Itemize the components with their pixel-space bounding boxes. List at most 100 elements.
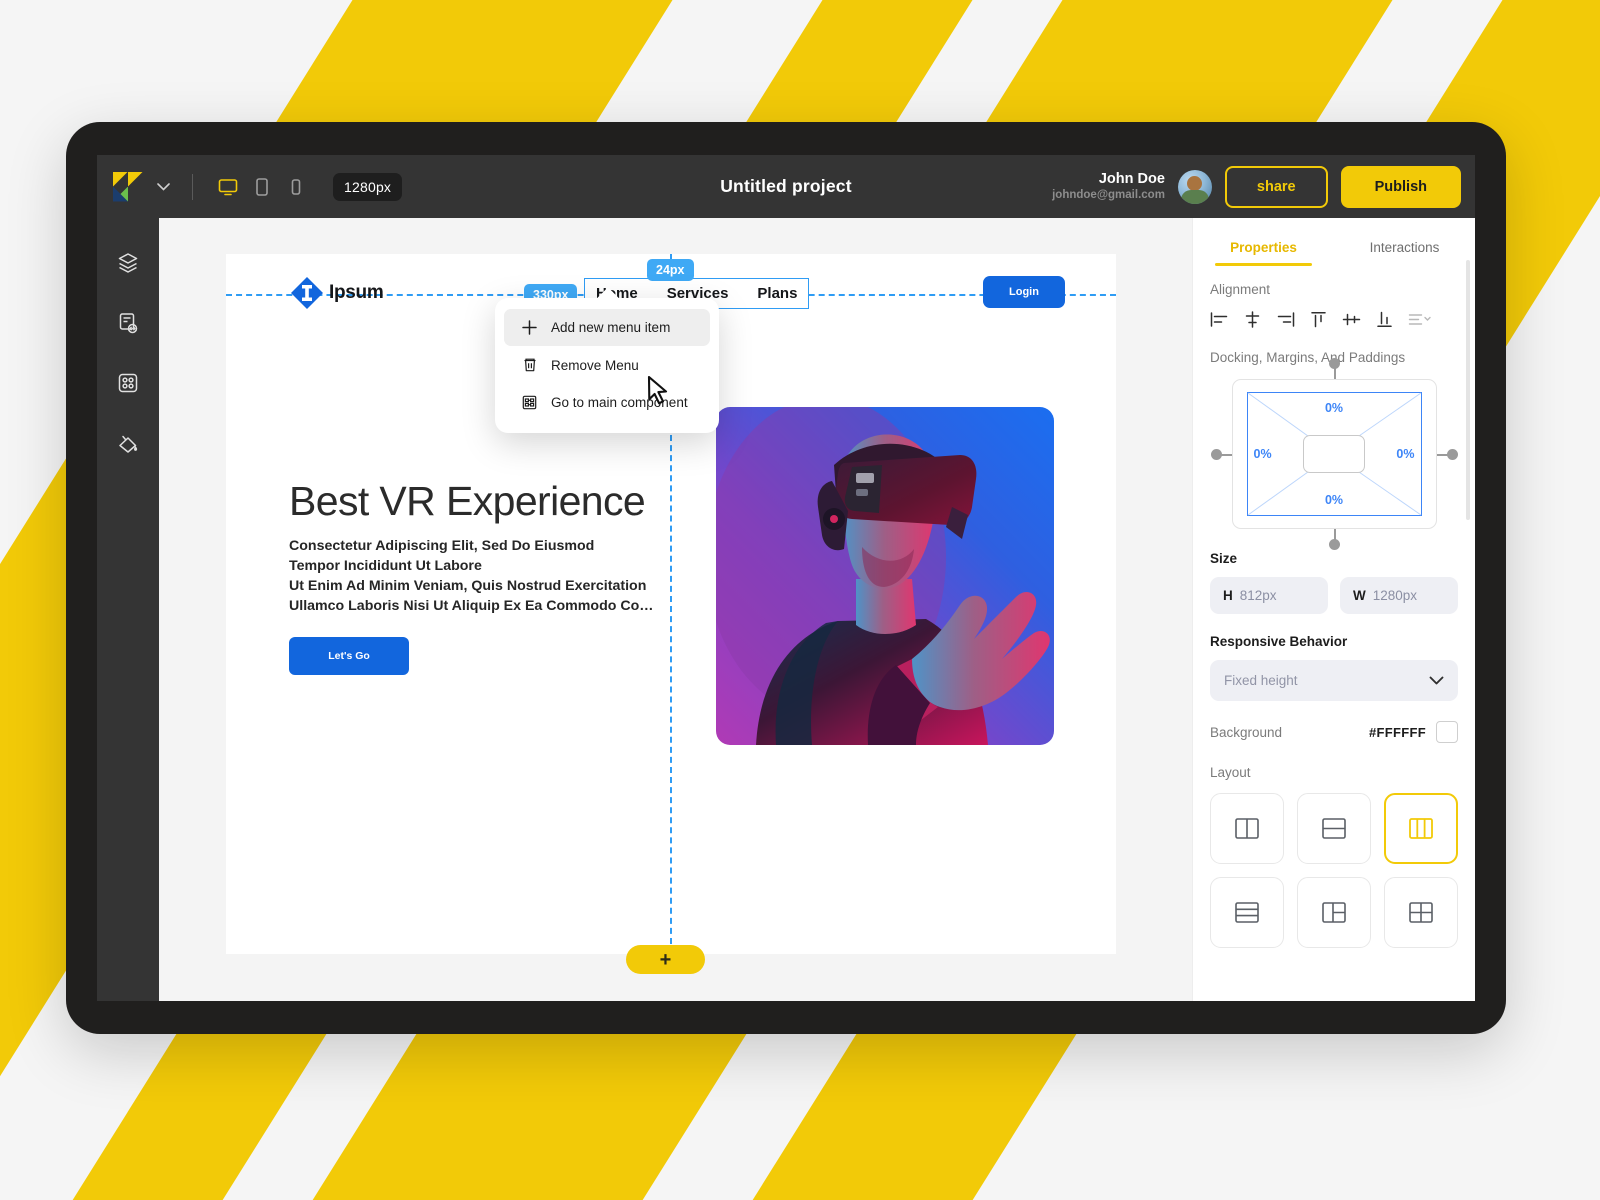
viewport-size-pill[interactable]: 1280px: [333, 172, 403, 201]
layout-quad-grid-icon[interactable]: [1384, 877, 1458, 948]
pages-code-icon[interactable]: [109, 304, 147, 342]
background-hex-value[interactable]: #FFFFFF: [1369, 725, 1426, 740]
align-center-horizontal-icon[interactable]: [1243, 311, 1262, 328]
dock-handle-bottom[interactable]: [1328, 539, 1340, 550]
docking-margins-control[interactable]: 0% 0% 0% 0%: [1210, 358, 1458, 550]
device-preview-group: [217, 176, 307, 198]
gap-badge: 24px: [647, 259, 694, 281]
diamond-brand-icon: [289, 275, 325, 311]
background-label: Background: [1210, 724, 1283, 740]
margin-top-value[interactable]: 0%: [1325, 401, 1343, 415]
properties-scrollbar[interactable]: [1466, 260, 1470, 520]
publish-button[interactable]: Publish: [1340, 165, 1461, 208]
add-section-button[interactable]: +: [626, 945, 705, 974]
align-bottom-icon[interactable]: [1375, 311, 1394, 328]
size-label: Size: [1210, 551, 1238, 566]
user-name: John Doe: [1098, 171, 1165, 188]
layers-icon[interactable]: [109, 244, 147, 282]
layout-label: Layout: [1210, 765, 1251, 780]
context-menu: Add new menu item Remove Menu Go to main…: [495, 298, 719, 433]
top-toolbar: 1280px Untitled project John Doe johndoe…: [97, 155, 1475, 218]
responsive-behavior-value: Fixed height: [1224, 673, 1298, 688]
width-value: 1280px: [1372, 588, 1418, 603]
dock-handle-top[interactable]: [1328, 358, 1340, 369]
component-icon: [521, 395, 538, 410]
alignment-toolbar: [1210, 311, 1458, 328]
margin-bottom-value[interactable]: 0%: [1325, 493, 1343, 507]
toolbar-left-group: 1280px: [113, 171, 403, 202]
layout-options-grid: [1210, 793, 1458, 948]
align-center-vertical-icon[interactable]: [1342, 311, 1361, 328]
left-rail: [97, 218, 159, 1001]
components-grid-icon[interactable]: [109, 364, 147, 402]
properties-tabs: Properties Interactions: [1193, 218, 1475, 266]
margin-right-value[interactable]: 0%: [1396, 447, 1414, 461]
context-menu-item-go-to-main-component[interactable]: Go to main component: [504, 384, 710, 421]
user-email: johndoe@gmail.com: [1052, 189, 1165, 202]
hero-line: Ut Enim Ad Minim Veniam, Quis Nostrud Ex…: [289, 578, 647, 595]
chevron-down-icon: [1429, 673, 1444, 688]
align-right-icon[interactable]: [1276, 311, 1295, 328]
layout-two-rows-icon[interactable]: [1297, 793, 1371, 864]
hero-paragraph: Consectetur Adipiscing Elit, Sed Do Eius…: [289, 536, 679, 617]
context-menu-item-label: Remove Menu: [551, 357, 639, 373]
distribute-menu-icon[interactable]: [1408, 311, 1432, 328]
layout-three-columns-icon[interactable]: [1384, 793, 1458, 864]
desktop-icon[interactable]: [217, 176, 239, 198]
dock-handle-left[interactable]: [1210, 448, 1222, 460]
chevron-down-icon[interactable]: [153, 176, 174, 197]
layout-two-columns-icon[interactable]: [1210, 793, 1284, 864]
hero-line: Ullamco Laboris Nisi Ut Aliquip Ex Ea Co…: [289, 598, 654, 615]
plus-icon: +: [659, 948, 672, 971]
background-color-swatch[interactable]: [1436, 721, 1458, 743]
properties-content: Alignment Docking, Margins, And Paddings…: [1193, 266, 1475, 1001]
height-prefix: H: [1223, 588, 1233, 603]
design-canvas[interactable]: Ipsum Home Services Plans 330px 24px Log…: [159, 218, 1192, 1001]
context-menu-item-label: Add new menu item: [551, 320, 671, 335]
nav-link-plans[interactable]: Plans: [757, 285, 797, 302]
responsive-behavior-select[interactable]: Fixed height: [1210, 660, 1458, 701]
hero-heading: Best VR Experience: [289, 478, 646, 524]
align-top-icon[interactable]: [1309, 311, 1328, 328]
login-button[interactable]: Login: [983, 276, 1065, 308]
tab-interactions[interactable]: Interactions: [1334, 230, 1475, 266]
hero-line: Consectetur Adipiscing Elit, Sed Do Eius…: [289, 538, 595, 554]
brand-text: Ipsum: [329, 282, 384, 303]
user-info[interactable]: John Doe johndoe@gmail.com: [1052, 170, 1165, 203]
hero-line: Tempor Incididunt Ut Labore: [289, 558, 482, 575]
mouse-pointer-icon: [646, 375, 672, 413]
plus-icon: [521, 320, 538, 335]
background-row: Background #FFFFFF: [1210, 721, 1458, 743]
flag-logo-icon[interactable]: [113, 171, 143, 202]
tablet-device-frame: 1280px Untitled project John Doe johndoe…: [66, 122, 1506, 1034]
size-fields: H 812px W 1280px: [1210, 577, 1458, 614]
tab-properties[interactable]: Properties: [1193, 230, 1334, 266]
width-field[interactable]: W 1280px: [1340, 577, 1458, 614]
align-left-icon[interactable]: [1210, 311, 1229, 328]
app-screen: 1280px Untitled project John Doe johndoe…: [97, 155, 1475, 1001]
workspace: Ipsum Home Services Plans 330px 24px Log…: [97, 218, 1475, 1001]
tablet-icon[interactable]: [251, 176, 273, 198]
mobile-icon[interactable]: [285, 176, 307, 198]
toolbar-right-group: John Doe johndoe@gmail.com share Publish: [1052, 165, 1461, 208]
properties-panel: Properties Interactions Alignment Dockin…: [1192, 218, 1475, 1001]
alignment-label: Alignment: [1210, 282, 1271, 297]
toolbar-divider: [192, 173, 193, 200]
share-button[interactable]: share: [1224, 165, 1328, 208]
layout-sidebar-split-icon[interactable]: [1297, 877, 1371, 948]
layout-three-rows-icon[interactable]: [1210, 877, 1284, 948]
trash-icon: [521, 357, 538, 373]
paint-bucket-icon[interactable]: [109, 424, 147, 462]
margin-left-value[interactable]: 0%: [1254, 447, 1272, 461]
height-field[interactable]: H 812px: [1210, 577, 1328, 614]
height-value: 812px: [1239, 588, 1277, 603]
vr-headset-man-photo[interactable]: [716, 407, 1054, 745]
site-brand[interactable]: Ipsum: [289, 275, 384, 311]
responsive-behavior-label: Responsive Behavior: [1210, 634, 1348, 649]
context-menu-item-remove-menu[interactable]: Remove Menu: [504, 346, 710, 384]
context-menu-item-add-new-menu-item[interactable]: Add new menu item: [504, 309, 710, 346]
docking-core: [1303, 435, 1365, 473]
lets-go-button[interactable]: Let's Go: [289, 637, 409, 675]
avatar[interactable]: [1177, 169, 1212, 204]
dock-handle-right[interactable]: [1446, 448, 1458, 460]
